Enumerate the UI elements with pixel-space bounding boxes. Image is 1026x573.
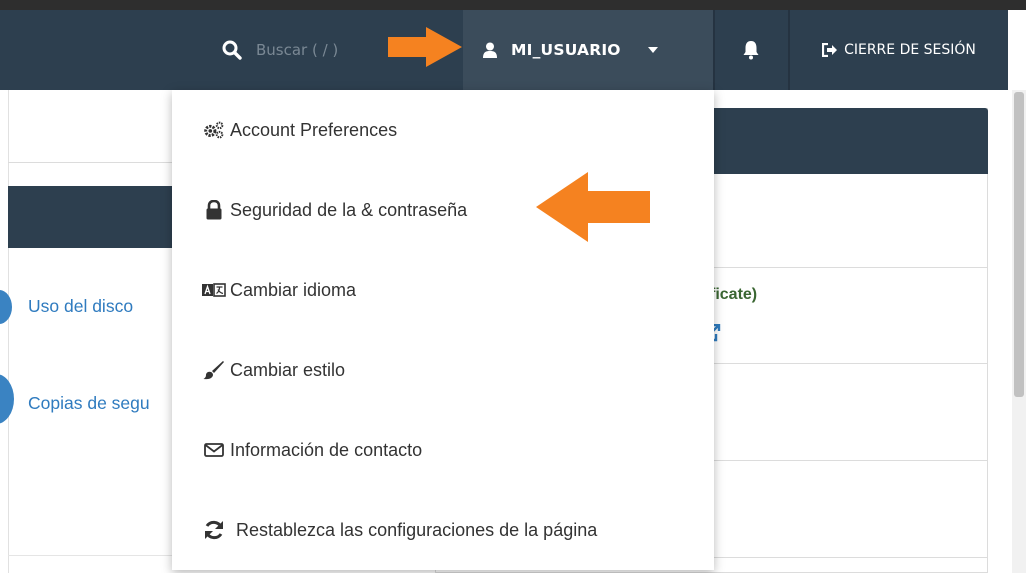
paintbrush-icon <box>202 358 226 382</box>
logout-button[interactable]: CIERRE DE SESIÓN <box>790 10 1008 90</box>
menu-item-label: Cambiar estilo <box>230 359 346 380</box>
sign-out-icon <box>822 43 838 57</box>
menu-item-label: Cambiar idioma <box>230 279 357 300</box>
top-strip <box>0 0 1026 10</box>
user-icon <box>483 42 497 58</box>
backups-link[interactable]: Copias de segu <box>28 393 150 414</box>
bell-icon <box>743 41 759 60</box>
menu-item-change-language[interactable]: Cambiar idioma <box>172 250 714 330</box>
top-header: Buscar ( / ) MI_USUARIO CIERRE DE SESIÓN <box>0 10 1008 90</box>
gears-icon <box>202 118 226 142</box>
user-dropdown-menu: Account Preferences Seguridad de la & co… <box>172 90 714 570</box>
envelope-icon <box>202 438 226 462</box>
scrollbar-thumb[interactable] <box>1014 92 1024 397</box>
lock-icon <box>202 198 226 222</box>
refresh-icon <box>202 518 226 542</box>
annotation-arrow-icon <box>388 27 462 67</box>
search-placeholder[interactable]: Buscar ( / ) <box>256 41 338 59</box>
menu-item-label: Seguridad de la & contraseña <box>230 199 468 220</box>
header-separator <box>713 10 715 90</box>
menu-item-change-style[interactable]: Cambiar estilo <box>172 330 714 410</box>
menu-item-contact-info[interactable]: Información de contacto <box>172 410 714 490</box>
search-icon <box>222 40 242 60</box>
notifications-button[interactable] <box>716 10 786 90</box>
search-box[interactable]: Buscar ( / ) <box>222 36 338 64</box>
menu-item-label: Account Preferences <box>230 119 398 140</box>
menu-item-account-preferences[interactable]: Account Preferences <box>172 90 714 170</box>
menu-item-reset-page-settings[interactable]: Restablezca las configuraciones de la pá… <box>172 490 714 570</box>
menu-item-label: Información de contacto <box>230 439 423 460</box>
caret-down-icon <box>647 47 658 53</box>
language-icon <box>202 278 226 302</box>
annotation-arrow-icon <box>536 172 650 242</box>
logout-label: CIERRE DE SESIÓN <box>844 42 976 58</box>
username-label: MI_USUARIO <box>511 41 621 59</box>
menu-item-label: Restablezca las configuraciones de la pá… <box>236 519 598 540</box>
user-menu-button[interactable]: MI_USUARIO <box>463 10 713 90</box>
disk-usage-link[interactable]: Uso del disco <box>28 296 133 317</box>
